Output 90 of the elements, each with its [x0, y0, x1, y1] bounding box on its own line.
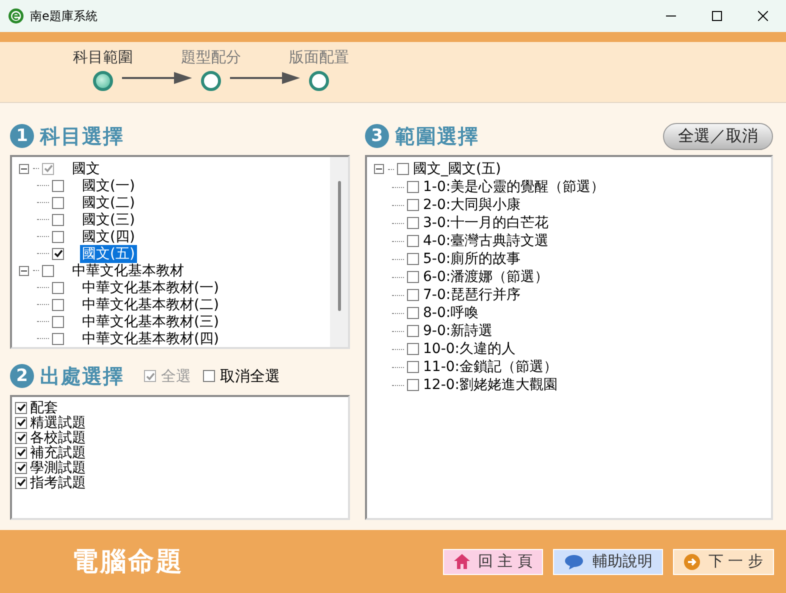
- checkbox[interactable]: [15, 432, 27, 444]
- checkbox[interactable]: [15, 402, 27, 414]
- checkbox[interactable]: [397, 163, 409, 175]
- tree-item[interactable]: 國文(四): [80, 228, 137, 246]
- tree-item[interactable]: 國文(五): [80, 244, 137, 262]
- close-icon: [758, 11, 768, 21]
- tree-item[interactable]: 中華文化基本教材(三): [80, 312, 221, 330]
- list-item[interactable]: 配套: [28, 398, 60, 416]
- tree-item[interactable]: 國文: [70, 160, 102, 178]
- tree-item[interactable]: 中華文化基本教材(一): [80, 278, 221, 296]
- footer-button[interactable]: 下 一 步: [673, 548, 774, 574]
- checkbox[interactable]: [52, 248, 64, 260]
- checkbox[interactable]: [52, 180, 64, 192]
- checkbox[interactable]: [407, 199, 419, 211]
- step-label: 題型配分: [181, 48, 241, 67]
- tree-item[interactable]: 11-0:金鎖記（節選）: [421, 358, 560, 376]
- checkbox[interactable]: [52, 196, 64, 208]
- checkbox[interactable]: [407, 343, 419, 355]
- checkbox[interactable]: [407, 235, 419, 247]
- checkbox[interactable]: [407, 379, 419, 391]
- checkbox[interactable]: [52, 282, 64, 294]
- footer-button[interactable]: 輔助說明: [553, 548, 664, 574]
- step-number: 1: [10, 124, 34, 148]
- tree-item[interactable]: 國文_國文(五): [411, 160, 503, 178]
- section-title: 出處選擇: [40, 362, 124, 390]
- list-item[interactable]: 學測試題: [28, 458, 88, 476]
- list-item[interactable]: 指考試題: [28, 474, 88, 492]
- tree-item[interactable]: 4-0:臺灣古典詩文選: [421, 232, 551, 250]
- window-title: 南e題庫系統: [30, 8, 98, 24]
- checkbox[interactable]: [52, 332, 64, 344]
- checkbox[interactable]: [407, 217, 419, 229]
- tree-item[interactable]: 國文(一): [80, 176, 137, 194]
- checkbox[interactable]: [52, 214, 64, 226]
- arrow-icon: [122, 72, 192, 84]
- tree-item[interactable]: 1-0:美是心靈的覺醒（節選）: [421, 178, 607, 196]
- app-logo-icon: [8, 8, 24, 24]
- home-icon: [454, 554, 470, 569]
- checkbox-label: 取消全選: [220, 366, 280, 386]
- checkbox[interactable]: [407, 361, 419, 373]
- checkbox[interactable]: [15, 476, 27, 488]
- checkbox[interactable]: [407, 289, 419, 301]
- step-number: 2: [10, 364, 34, 388]
- checkbox[interactable]: [15, 462, 27, 474]
- checkbox[interactable]: [407, 325, 419, 337]
- checkbox[interactable]: [52, 316, 64, 328]
- checkbox[interactable]: [407, 181, 419, 193]
- arrow-icon: [230, 72, 300, 84]
- tree-item[interactable]: 中華文化基本教材(四): [80, 330, 221, 347]
- tree-item[interactable]: 國文(二): [80, 194, 137, 212]
- section-title: 範圍選擇: [395, 122, 479, 150]
- step-number: 3: [365, 124, 389, 148]
- checkbox[interactable]: [42, 162, 54, 174]
- checkbox[interactable]: [407, 253, 419, 265]
- speech-bubble-icon: [564, 554, 584, 570]
- collapse-icon[interactable]: [19, 266, 29, 276]
- step-label: 版面配置: [289, 48, 349, 67]
- checkbox[interactable]: [52, 230, 64, 242]
- tree-item[interactable]: 5-0:廁所的故事: [421, 250, 523, 268]
- checkbox-label: 全選: [161, 366, 191, 386]
- tree-item[interactable]: 中華文化基本教材(二): [80, 296, 221, 314]
- select-all-toggle-button[interactable]: 全選／取消: [663, 122, 773, 150]
- checkbox[interactable]: [15, 416, 27, 428]
- tree-item[interactable]: 12-0:劉姥姥進大觀園: [421, 376, 560, 394]
- tree-item[interactable]: 6-0:潘渡娜（節選）: [421, 268, 551, 286]
- list-item[interactable]: 補充試題: [28, 444, 88, 462]
- step-label: 科目範圍: [73, 48, 133, 67]
- tree-item[interactable]: 2-0:大同與小康: [421, 196, 523, 214]
- maximize-icon: [712, 11, 722, 21]
- tree-item[interactable]: 7-0:琵琶行并序: [421, 286, 523, 304]
- tree-item[interactable]: 國文(三): [80, 210, 137, 228]
- checkbox[interactable]: [52, 298, 64, 310]
- list-item[interactable]: 各校試題: [28, 428, 88, 446]
- tree-item[interactable]: 10-0:久違的人: [421, 340, 518, 358]
- tree-item[interactable]: 8-0:呼喚: [421, 304, 481, 322]
- tree-item[interactable]: 3-0:十一月的白芒花: [421, 214, 551, 232]
- section-title: 科目選擇: [40, 122, 124, 150]
- tree-item[interactable]: 9-0:新詩選: [421, 322, 495, 340]
- collapse-icon[interactable]: [374, 164, 384, 174]
- collapse-icon[interactable]: [19, 164, 29, 174]
- checkbox[interactable]: [407, 307, 419, 319]
- checkbox[interactable]: [15, 446, 27, 458]
- list-item[interactable]: 精選試題: [28, 414, 88, 432]
- scrollbar[interactable]: [330, 157, 348, 347]
- checkbox[interactable]: [203, 370, 215, 382]
- footer-button[interactable]: 回 主 頁: [442, 548, 544, 574]
- footer-title: 電腦命題: [72, 546, 184, 579]
- arrow-right-icon: [684, 554, 700, 570]
- checkbox[interactable]: [42, 264, 54, 276]
- checkbox[interactable]: [407, 271, 419, 283]
- tree-item[interactable]: 中華文化基本教材: [70, 262, 186, 280]
